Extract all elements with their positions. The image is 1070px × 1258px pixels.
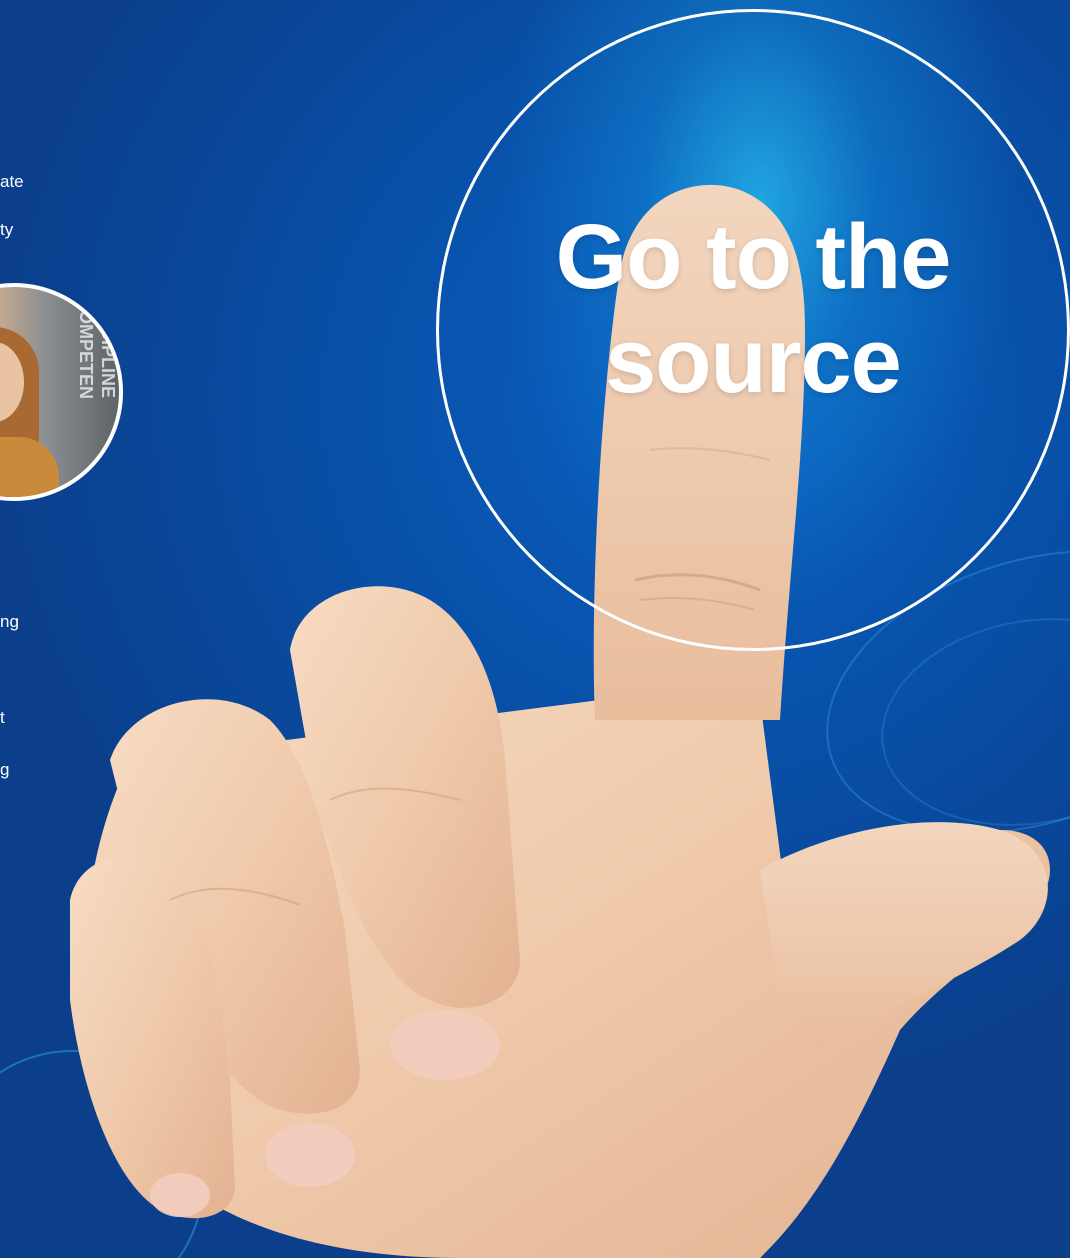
go-to-source-line1: Go to the: [555, 206, 952, 308]
hero-section: ate ty ng t g DISCIPLINE COMPETEN Go to …: [0, 0, 1070, 1258]
go-to-source-heading[interactable]: Go to the source: [436, 205, 1070, 413]
go-to-source-line2: source: [605, 310, 902, 412]
